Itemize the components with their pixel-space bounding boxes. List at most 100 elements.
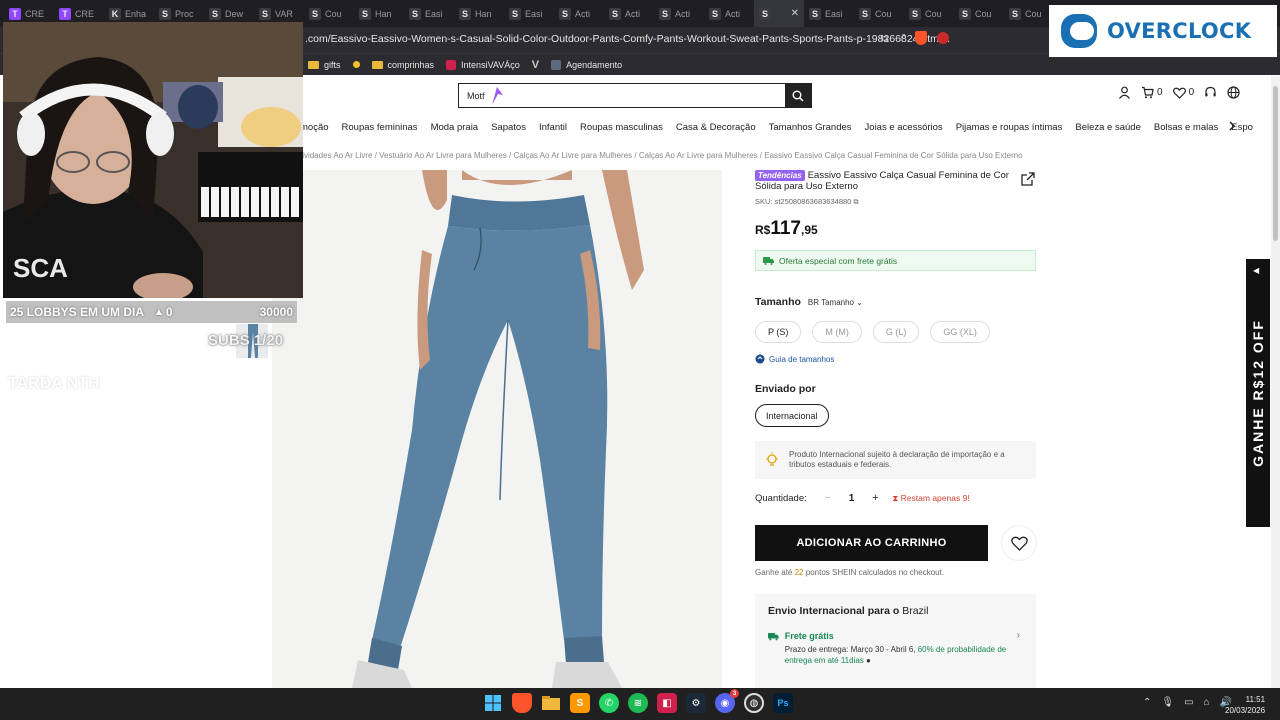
quantity-plus-button[interactable]: + <box>868 492 882 504</box>
bookmark-agendamento[interactable]: Agendamento <box>551 59 622 70</box>
product-image[interactable] <box>272 170 722 688</box>
nav-category-item[interactable]: Tamanhos Grandes <box>769 122 852 133</box>
chevron-right-icon[interactable]: › <box>1017 630 1020 641</box>
browser-tab[interactable]: S Cou <box>1004 0 1054 27</box>
chevron-right-icon[interactable] <box>1226 120 1238 132</box>
wishlist-button[interactable]: 0 <box>1172 87 1194 99</box>
nav-category-item[interactable]: Roupas femininas <box>342 122 418 133</box>
whatsapp-icon[interactable]: ✆ <box>599 693 619 713</box>
browser-tab[interactable]: S Cou <box>854 0 904 27</box>
search-input[interactable] <box>459 84 785 107</box>
quantity-minus-button[interactable]: − <box>821 492 835 504</box>
browser-tab[interactable]: S Han <box>454 0 504 27</box>
size-option-p[interactable]: P (S) <box>755 321 802 343</box>
account-icon[interactable] <box>1118 86 1131 99</box>
share-icon[interactable]: ⤤ <box>899 32 905 45</box>
v-icon: V <box>531 58 540 71</box>
points-suffix: pontos SHEIN calculados no checkout. <box>805 568 945 577</box>
support-icon[interactable] <box>1204 86 1217 99</box>
bookmark-intensivavaco[interactable]: IntensiVAVÁço <box>446 59 520 70</box>
file-explorer-icon[interactable] <box>541 693 561 713</box>
browser-tab[interactable]: S Easi <box>504 0 554 27</box>
close-icon[interactable]: ✕ <box>791 8 799 19</box>
browser-tab[interactable]: S Cou <box>904 0 954 27</box>
browser-tab[interactable]: S Cou <box>304 0 354 27</box>
add-to-cart-button[interactable]: ADICIONAR AO CARRINHO <box>755 525 988 561</box>
brave-shield-icon[interactable] <box>915 31 928 45</box>
display-icon[interactable]: ▭ <box>1184 697 1193 708</box>
product-info: Tendências Eassivo Eassivo Calça Casual F… <box>755 170 1037 688</box>
ruler-icon <box>755 354 765 364</box>
browser-tab[interactable]: S Acti <box>704 0 754 27</box>
browser-tab[interactable]: S Acti <box>604 0 654 27</box>
bookmark-comprinhas[interactable]: comprinhas <box>371 60 434 70</box>
browser-tab[interactable]: S Acti <box>554 0 604 27</box>
bookmark-v[interactable]: V <box>532 59 539 71</box>
promo-side-tab[interactable]: GANHE R$12 OFF <box>1246 259 1270 527</box>
size-guide-link[interactable]: Guia de tamanhos <box>755 354 834 364</box>
tab-label: Acti <box>725 8 741 19</box>
browser-tab[interactable]: S Easi <box>404 0 454 27</box>
steam-icon[interactable]: ⚙ <box>686 693 706 713</box>
tab-favicon-icon: S <box>259 7 271 20</box>
browser-tab[interactable]: S Easi <box>804 0 854 27</box>
intl-country[interactable]: Brazil <box>902 605 928 617</box>
international-shipping-box: Envio Internacional para o Brazil Frete … <box>755 594 1036 688</box>
free-shipping-line[interactable]: Frete grátis Prazo de entrega: Março 30 … <box>768 631 1023 666</box>
share-icon[interactable] <box>1021 172 1035 186</box>
discord-icon[interactable]: ◉ 3 <box>715 689 739 713</box>
browser-tab[interactable]: S Cou <box>954 0 1004 27</box>
quantity-value[interactable]: 1 <box>849 493 855 504</box>
taskbar-clock[interactable]: 11:51 20/03/2026 <box>1225 694 1265 716</box>
brave-browser-icon[interactable] <box>512 693 532 713</box>
windows-taskbar: S ✆ ≋ ◧ ⚙ ◉ 3 ◍ Ps ⌃ 🎙 ▭ ⌂ 🔊 11:51 20/03/… <box>0 688 1280 720</box>
url-text[interactable]: .com/Eassivo-Eassivo-Women-s-Casual-Soli… <box>305 33 950 45</box>
nav-category-item[interactable]: Infantil <box>539 122 567 133</box>
nav-category-item[interactable]: Moda praia <box>431 122 479 133</box>
sublime-icon[interactable]: S <box>570 693 590 713</box>
nav-category-item[interactable]: Casa & Decoração <box>676 122 756 133</box>
browser-tab[interactable]: S Acti <box>654 0 704 27</box>
spotify-icon[interactable]: ≋ <box>628 693 648 713</box>
bookmark-dot[interactable] <box>352 61 360 68</box>
info-icon[interactable]: ● <box>866 656 871 665</box>
truck-icon <box>768 633 779 641</box>
search-button[interactable] <box>785 84 811 107</box>
add-to-wishlist-button[interactable] <box>1001 525 1037 561</box>
size-option-g[interactable]: G (L) <box>872 321 920 343</box>
windows-start-icon[interactable] <box>483 693 503 713</box>
caret-left-icon[interactable]: ◀ <box>1253 266 1259 275</box>
nav-category-item[interactable]: Pijamas e roupas íntimas <box>956 122 1063 133</box>
size-option-m[interactable]: M (M) <box>812 321 862 343</box>
nav-category-item[interactable]: Sapatos <box>491 122 526 133</box>
tab-favicon-icon: S <box>559 7 571 20</box>
nav-category-item[interactable]: moção <box>300 122 329 133</box>
language-globe-icon[interactable] <box>1227 86 1240 99</box>
scrollbar-thumb[interactable] <box>1273 86 1278 241</box>
cart-button[interactable]: 0 <box>1141 86 1163 99</box>
photoshop-icon[interactable]: Ps <box>773 693 793 713</box>
app-red-icon[interactable]: ◧ <box>657 693 677 713</box>
size-system-select[interactable]: BR Tamanho ⌄ <box>808 298 863 307</box>
tab-label: CRE <box>25 8 45 19</box>
extension-icon[interactable] <box>937 32 950 44</box>
nav-category-item[interactable]: Joias e acessórios <box>865 122 943 133</box>
svg-text:SCA: SCA <box>13 253 68 283</box>
copy-icon[interactable]: ⧉ <box>853 199 858 206</box>
nav-category-item[interactable]: Roupas masculinas <box>580 122 663 133</box>
chevron-up-icon[interactable]: ⌃ <box>1143 697 1151 708</box>
breadcrumb[interactable]: tividades Ao Ar Livre / Vestuário Ao Ar … <box>300 151 1023 160</box>
translate-icon[interactable]: ⇆ <box>880 32 889 45</box>
nav-category-item[interactable]: Beleza e saúde <box>1075 122 1141 133</box>
browser-tab[interactable]: S ✕ <box>754 0 804 27</box>
heart-icon <box>1172 87 1186 99</box>
nav-category-item[interactable]: Bolsas e malas <box>1154 122 1218 133</box>
network-icon[interactable]: ⌂ <box>1204 697 1210 708</box>
obs-icon[interactable]: ◍ <box>744 693 764 713</box>
microphone-icon[interactable]: 🎙 <box>1161 697 1174 708</box>
import-notice-text: Produto Internacional sujeito à declaraç… <box>789 450 1005 469</box>
browser-tab[interactable]: S Han <box>354 0 404 27</box>
size-option-gg[interactable]: GG (XL) <box>930 321 990 343</box>
ship-option-international[interactable]: Internacional <box>755 404 829 427</box>
bookmark-gifts[interactable]: gifts <box>308 60 341 70</box>
